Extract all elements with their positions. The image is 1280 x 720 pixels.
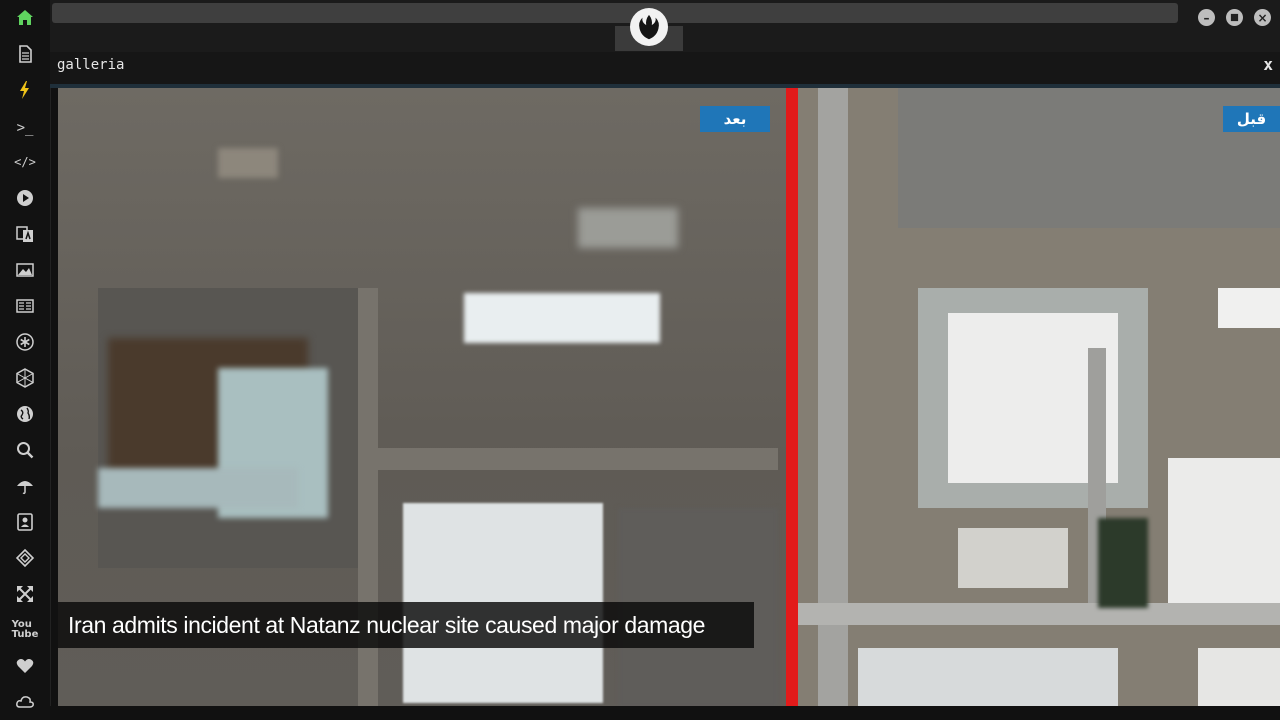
heart-icon[interactable]	[9, 652, 41, 680]
address-bar[interactable]	[52, 3, 1178, 23]
globe-icon[interactable]	[9, 400, 41, 428]
terminal-icon[interactable]: >_	[9, 114, 41, 142]
image-icon[interactable]	[9, 256, 41, 284]
close-window-button[interactable]: ×	[1254, 9, 1271, 26]
cloud-icon[interactable]	[9, 688, 41, 716]
sidebar: >_ </> You Tube	[0, 0, 51, 720]
play-icon[interactable]	[9, 184, 41, 212]
newspaper-icon[interactable]	[9, 292, 41, 320]
expand-icon[interactable]	[9, 580, 41, 608]
umbrella-icon[interactable]	[9, 472, 41, 500]
window-header: galleria x	[50, 52, 1280, 84]
maximize-button[interactable]	[1226, 9, 1243, 26]
image-caption: Iran admits incident at Natanz nuclear s…	[58, 602, 754, 648]
bottom-strip	[50, 706, 1280, 720]
youtube-icon[interactable]: You Tube	[9, 616, 41, 644]
minimize-button[interactable]: –	[1198, 9, 1215, 26]
contact-card-icon[interactable]	[9, 508, 41, 536]
comparison-divider[interactable]	[786, 88, 798, 706]
translate-icon[interactable]	[9, 220, 41, 248]
diamond-arrows-icon[interactable]	[9, 544, 41, 572]
before-badge: قبل	[1223, 106, 1280, 132]
document-icon[interactable]	[9, 40, 41, 68]
home-icon[interactable]	[9, 4, 41, 32]
top-bar: – ×	[50, 0, 1280, 52]
before-image-pane	[798, 88, 1280, 706]
window-title: galleria	[57, 57, 125, 73]
after-badge: بعد	[700, 106, 770, 132]
search-icon[interactable]	[9, 436, 41, 464]
code-icon[interactable]: </>	[9, 148, 41, 176]
asterisk-icon[interactable]	[9, 328, 41, 356]
bolt-icon[interactable]	[9, 76, 41, 104]
close-gallery-button[interactable]: x	[1263, 55, 1273, 74]
hexagon-icon[interactable]	[9, 364, 41, 392]
rebel-alliance-logo-icon[interactable]	[630, 8, 668, 46]
